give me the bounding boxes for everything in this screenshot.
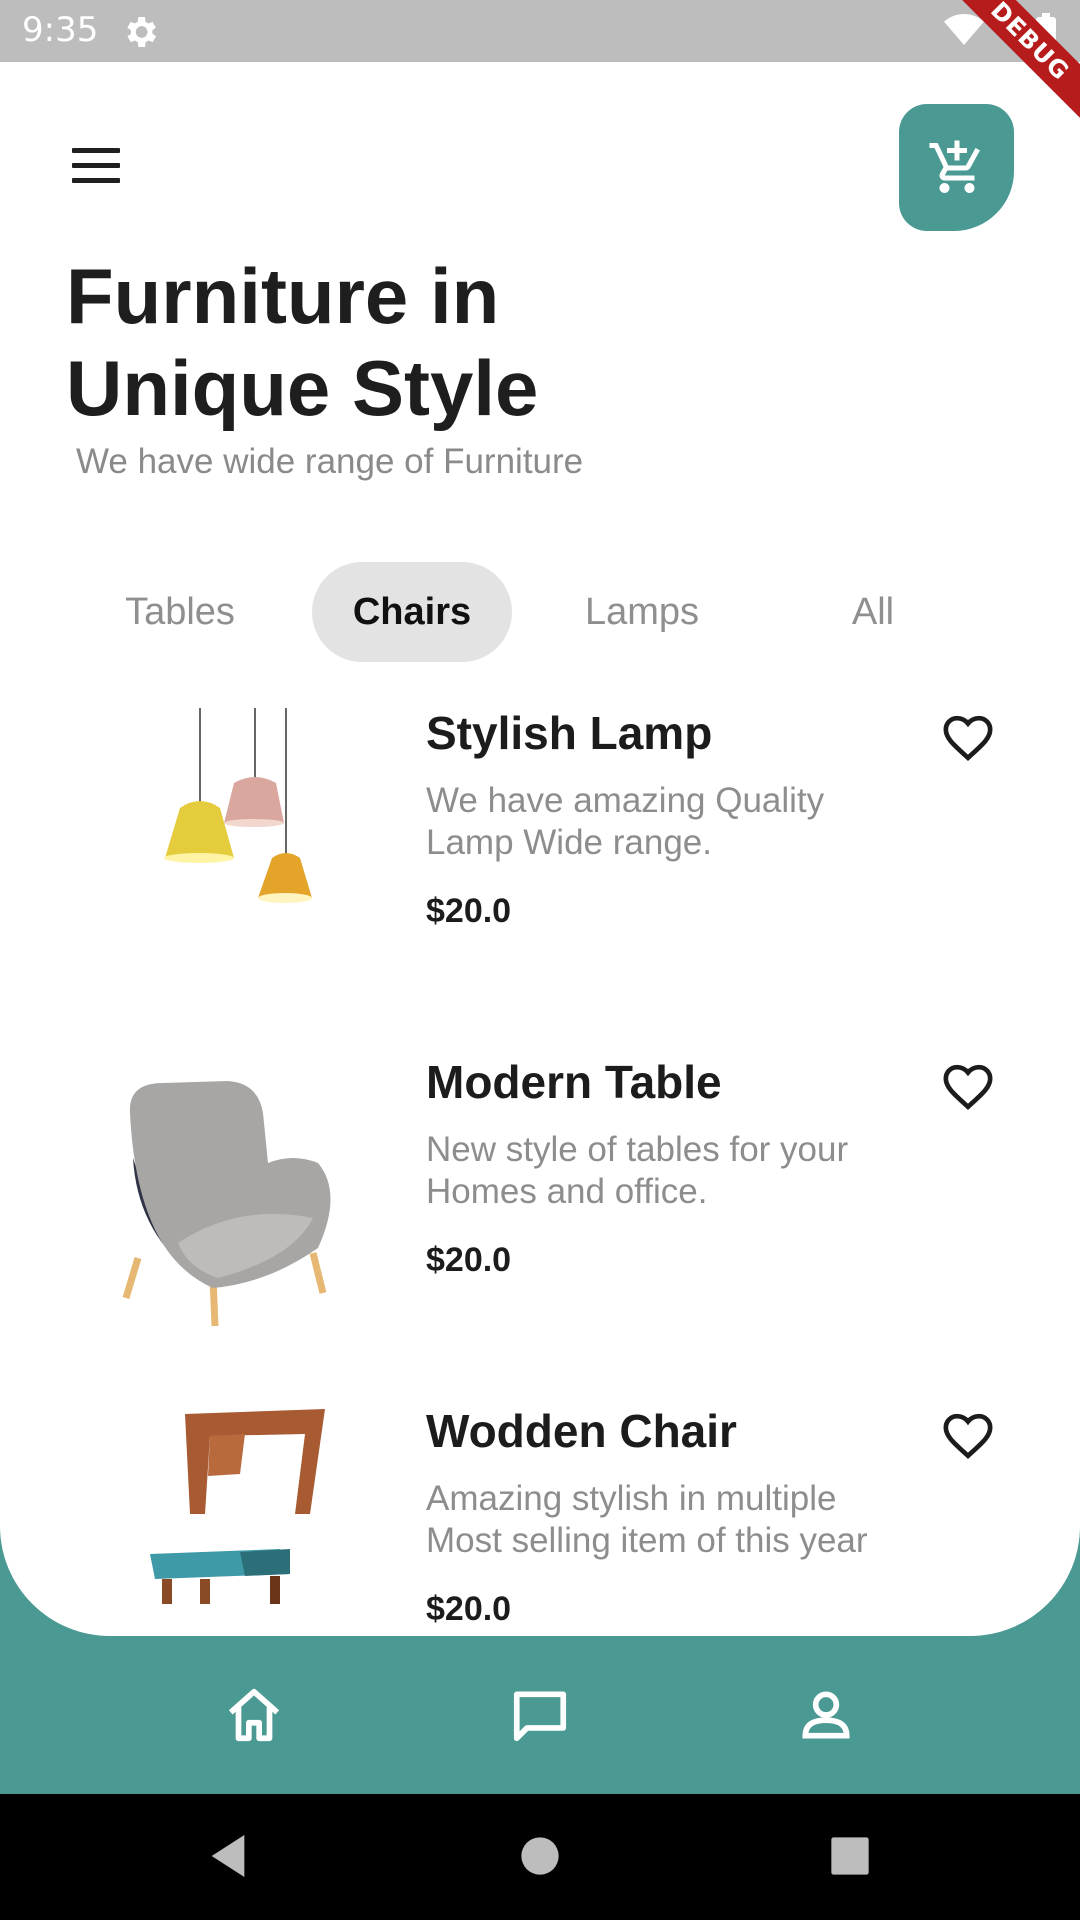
tab-lamps[interactable]: Lamps [542,562,742,662]
tab-all[interactable]: All [773,562,973,662]
product-description: Amazing stylish in multiple Most selling… [426,1479,868,1560]
back-icon[interactable] [200,1828,256,1884]
cart-button[interactable] [899,104,1014,231]
product-name: Wodden Chair [426,1405,737,1457]
page-subtitle: We have wide range of Furniture [76,442,584,481]
nav-chat-button[interactable] [505,1680,575,1750]
product-description: We have amazing Quality Lamp Wide range. [426,781,825,862]
hamburger-icon-line [72,148,120,153]
product-description: New style of tables for your Homes and o… [426,1130,849,1211]
profile-icon [802,1691,850,1739]
category-tabs: Tables Chairs Lamps All [80,562,1000,662]
product-name: Stylish Lamp [426,707,713,759]
product-list: Stylish Lamp We have amazing Quality Lam… [0,698,1080,1636]
main-content: Furniture in Unique Style We have wide r… [0,62,1080,1636]
product-price: $20.0 [426,1590,512,1628]
wooden-chair-image [150,1409,325,1604]
chat-icon [513,1691,567,1742]
wifi-icon [944,14,984,45]
settings-gear-icon [127,17,156,47]
tab-chairs[interactable]: Chairs [312,562,512,662]
product-price: $20.0 [426,892,512,930]
menu-button[interactable] [66,148,128,188]
favorite-heart-icon[interactable] [938,710,998,766]
product-card[interactable]: Stylish Lamp We have amazing Quality Lam… [0,698,1080,1028]
product-price: $20.0 [426,1241,512,1279]
home-circle-icon[interactable] [512,1828,568,1884]
tab-tables[interactable]: Tables [80,562,280,662]
page-title: Furniture in Unique Style [66,250,538,434]
page-title-line: Unique Style [66,344,539,432]
armchair-image [122,1081,331,1327]
pendant-lamps-image [164,708,312,903]
page-title-line: Furniture in [66,252,500,340]
nav-home-button[interactable] [219,1680,289,1750]
favorite-heart-icon[interactable] [938,1059,998,1115]
product-card[interactable]: Modern Table New style of tables for you… [0,1047,1080,1377]
product-name: Modern Table [426,1056,722,1108]
recents-square-icon[interactable] [822,1828,878,1884]
hamburger-icon-line [72,163,120,168]
system-navigation-bar [0,1794,1080,1920]
favorite-heart-icon[interactable] [938,1408,998,1464]
hamburger-icon-line [72,178,120,183]
home-icon [228,1688,280,1742]
add-shopping-cart-icon [929,140,980,193]
status-bar: 9:35 [0,0,1080,62]
nav-profile-button[interactable] [791,1680,861,1750]
status-time: 9:35 [22,10,99,50]
product-card[interactable]: Wodden Chair Amazing stylish in multiple… [0,1396,1080,1636]
